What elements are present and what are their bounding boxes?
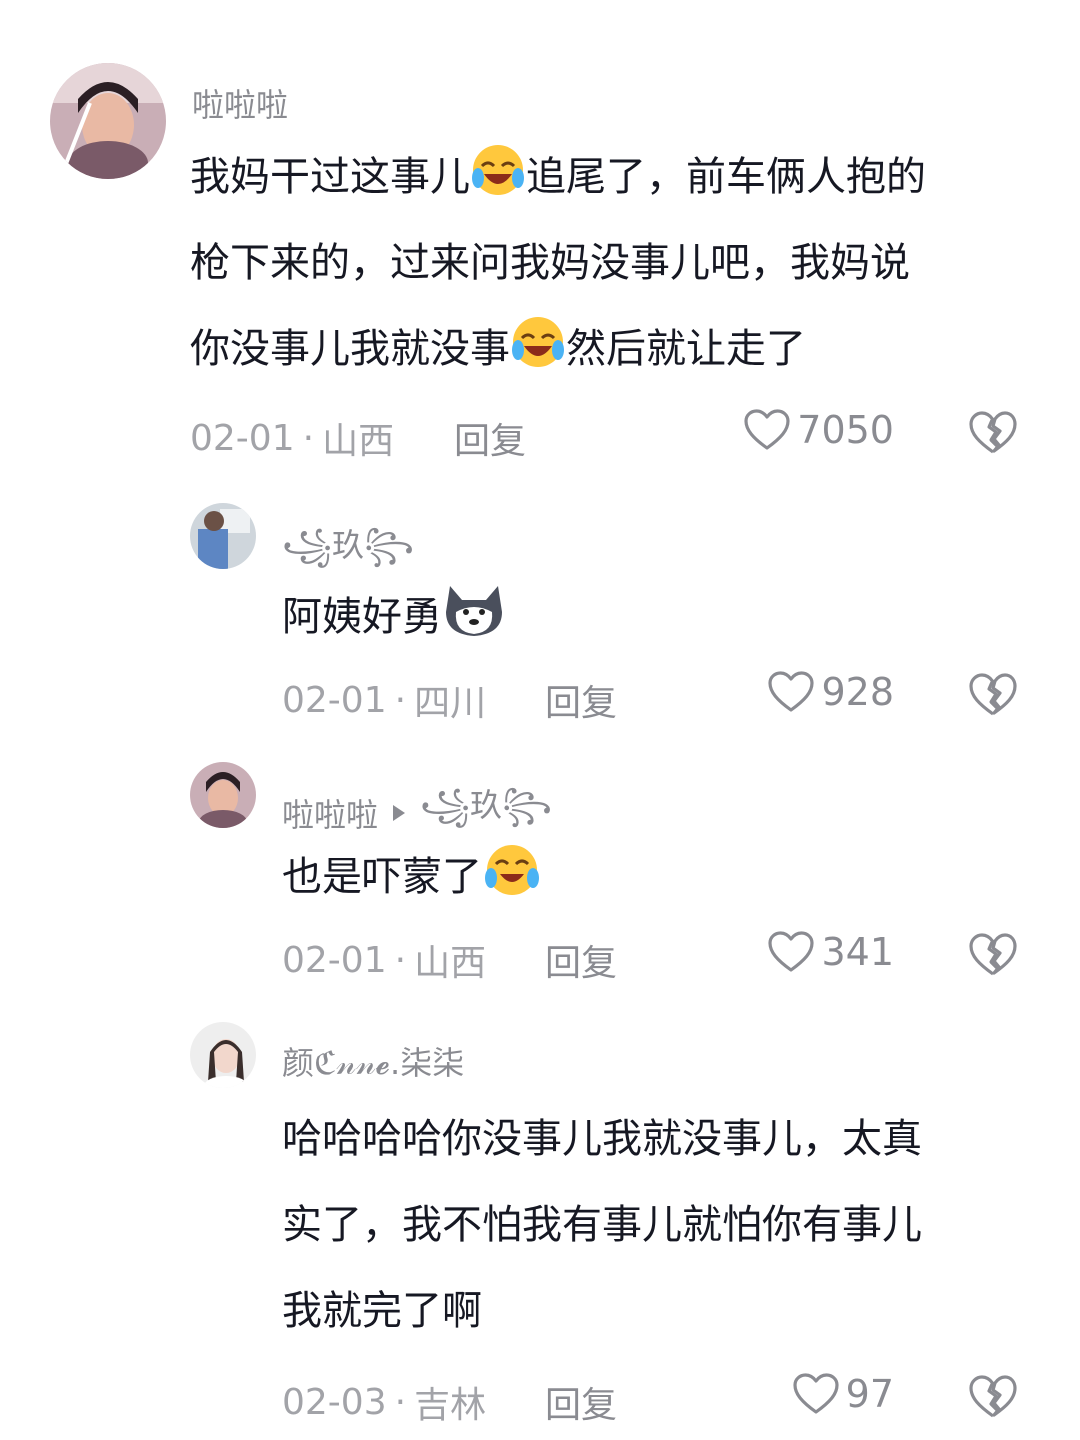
comment-date: 02-01 xyxy=(282,939,387,981)
comment-username[interactable]: 颜ℭ𝓃𝓃𝓮.柒柒 xyxy=(282,1038,464,1084)
reply-button[interactable]: 回复 xyxy=(545,674,617,726)
like-button[interactable]: 928 xyxy=(767,670,894,714)
joy-icon xyxy=(510,314,566,370)
meta-separator: · xyxy=(394,939,407,981)
heart-icon xyxy=(767,670,815,714)
username-text: 啦啦啦 xyxy=(282,796,379,834)
comment-meta: 02-01 · 四川 xyxy=(282,674,486,726)
comment-text-segment: 然后就让走了 xyxy=(566,326,806,372)
comment-location: 吉林 xyxy=(414,1385,487,1426)
comment-location: 四川 xyxy=(414,683,487,724)
comment-text: 我妈干过这事儿 追尾了，前车俩人抱的 枪下来的，过来问我妈没事儿吧，我妈说 你没事… xyxy=(190,134,926,392)
joy-icon xyxy=(482,842,542,898)
reply-button[interactable]: 回复 xyxy=(454,412,526,464)
husky-dog-icon xyxy=(442,582,506,638)
comment-text-segment: 实了，我不怕我有事儿就怕你有事儿 xyxy=(282,1202,922,1248)
comment-text: 也是吓蒙了 xyxy=(282,834,542,920)
comment-text-segment: 哈哈哈哈你没事儿我就没事儿，太真 xyxy=(282,1116,922,1162)
comment-meta: 02-01 · 山西 xyxy=(190,412,394,464)
comment-text-segment: 阿姨好勇 xyxy=(282,594,442,640)
like-count: 928 xyxy=(821,670,894,714)
dislike-button[interactable] xyxy=(968,932,1018,978)
comment-text: 哈哈哈哈你没事儿我就没事儿，太真 实了，我不怕我有事儿就怕你有事儿 我就完了啊 xyxy=(282,1096,922,1354)
heart-icon xyxy=(767,930,815,974)
comment-text: 阿姨好勇 xyxy=(282,574,506,660)
comment-date: 02-03 xyxy=(282,1381,387,1423)
avatar[interactable] xyxy=(190,503,256,569)
meta-separator: · xyxy=(394,679,407,721)
heart-icon xyxy=(792,1372,840,1416)
avatar[interactable] xyxy=(50,63,166,179)
reply-arrow-icon xyxy=(392,804,406,822)
broken-heart-icon xyxy=(968,932,1018,978)
heart-icon xyxy=(743,408,791,452)
like-count: 341 xyxy=(821,930,894,974)
comment-text-segment: 我就完了啊 xyxy=(282,1288,482,1334)
comment-meta: 02-03 · 吉林 xyxy=(282,1376,486,1428)
meta-separator: · xyxy=(394,1381,407,1423)
reply-button[interactable]: 回复 xyxy=(545,934,617,986)
comment-text-segment: 也是吓蒙了 xyxy=(282,854,482,900)
dislike-button[interactable] xyxy=(968,1374,1018,1420)
avatar[interactable] xyxy=(190,1022,256,1088)
comment-meta: 02-01 · 山西 xyxy=(282,934,486,986)
comment-date: 02-01 xyxy=(190,417,295,459)
comment-text-segment: 我妈干过这事儿 xyxy=(190,154,470,200)
broken-heart-icon xyxy=(968,1374,1018,1420)
comment-text-segment: 你没事儿我就没事 xyxy=(190,326,510,372)
dislike-button[interactable] xyxy=(968,672,1018,718)
joy-icon xyxy=(470,142,526,198)
broken-heart-icon xyxy=(968,672,1018,718)
comment-location: 山西 xyxy=(414,943,487,984)
comment-location: 山西 xyxy=(322,421,395,462)
like-button[interactable]: 341 xyxy=(767,930,894,974)
comment-username[interactable]: 啦啦啦 xyxy=(192,80,288,126)
avatar[interactable] xyxy=(190,762,256,828)
dislike-button[interactable] xyxy=(968,410,1018,456)
comment-text-segment: 枪下来的，过来问我妈没事儿吧，我妈说 xyxy=(190,240,910,286)
meta-separator: · xyxy=(302,417,315,459)
reply-button[interactable]: 回复 xyxy=(545,1376,617,1428)
like-count: 97 xyxy=(845,1372,894,1416)
broken-heart-icon xyxy=(968,410,1018,456)
like-button[interactable]: 7050 xyxy=(743,408,894,452)
like-count: 7050 xyxy=(797,408,894,452)
comment-text-segment: 追尾了，前车俩人抱的 xyxy=(526,154,926,200)
comment-date: 02-01 xyxy=(282,679,387,721)
like-button[interactable]: 97 xyxy=(792,1372,894,1416)
